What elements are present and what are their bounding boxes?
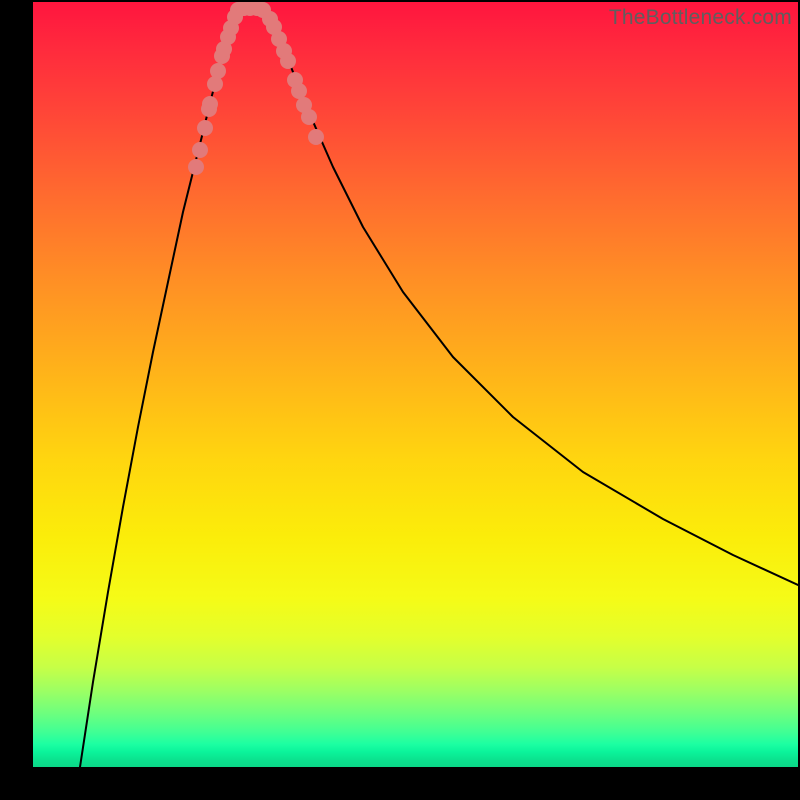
plot-area: TheBottleneck.com bbox=[33, 2, 798, 767]
right-curve bbox=[265, 7, 798, 585]
chart-svg bbox=[33, 2, 798, 767]
chart-frame: TheBottleneck.com bbox=[0, 0, 800, 800]
left-curve bbox=[80, 6, 265, 767]
data-markers bbox=[188, 2, 324, 175]
